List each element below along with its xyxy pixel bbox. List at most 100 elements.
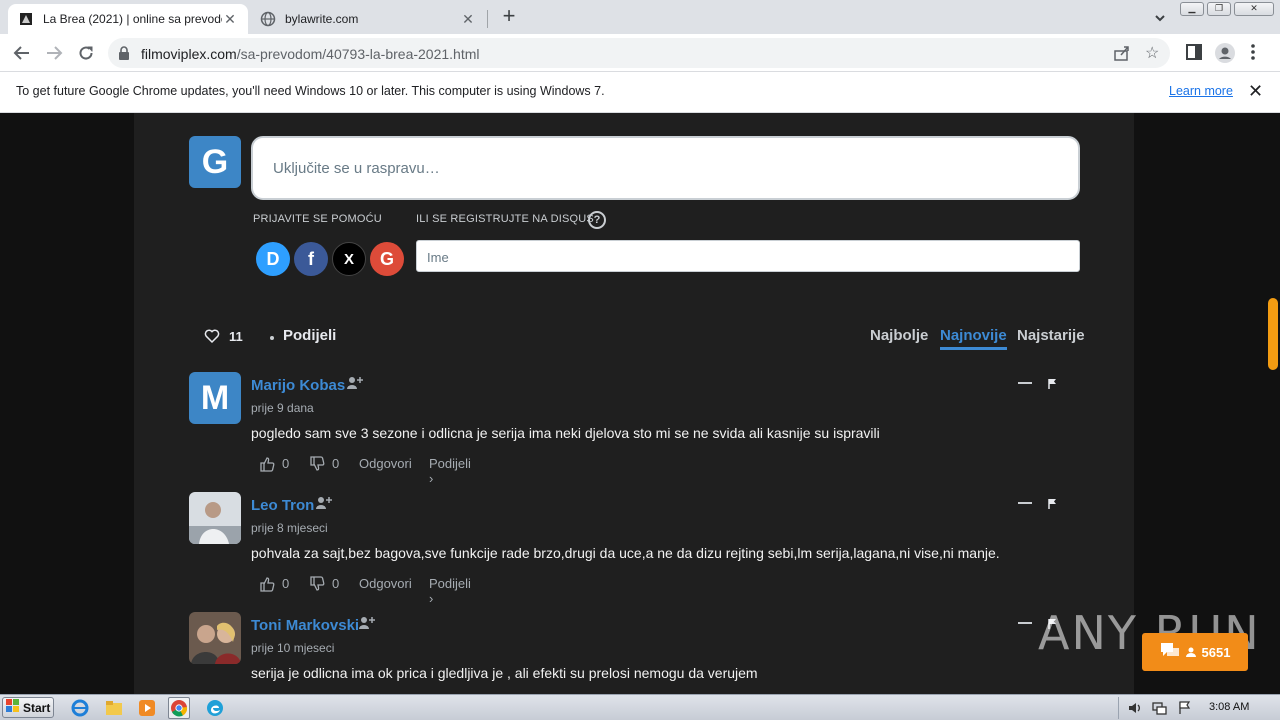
comment-text: serija je odlicna ima ok prica i gledlji… [251,665,758,681]
update-infobar: To get future Google Chrome updates, you… [0,72,1280,113]
thumbs-down-icon[interactable] [309,576,325,595]
thumbs-down-icon[interactable] [309,456,325,475]
speaker-icon[interactable] [1127,700,1143,720]
disqus-thread: G Uključite se u raspravu… PRIJAVITE SE … [134,113,1134,694]
lock-icon[interactable] [118,46,130,65]
follow-user-icon[interactable] [346,375,364,396]
tab-la-brea[interactable]: La Brea (2021) | online sa prevodom ✕ [8,4,248,34]
comment-item: Leo Tron prije 8 mjeseci pohvala za sajt… [134,492,1134,606]
badge-count: 5651 [1201,644,1231,660]
globe-icon [260,11,276,27]
help-question-icon[interactable]: ? [588,211,606,229]
windows-logo-icon [6,699,20,716]
collapse-icon[interactable] [1018,502,1032,504]
upvote-count: 0 [282,456,290,471]
comment-time[interactable]: prije 8 mjeseci [251,521,328,535]
media-player-icon[interactable] [136,697,158,719]
sort-oldest-tab[interactable]: Najstarije [1017,327,1085,344]
comment-author[interactable]: Toni Markovski [251,617,359,634]
tab-close-icon[interactable]: ✕ [222,11,238,27]
avatar[interactable] [189,492,241,544]
thumbs-up-icon[interactable] [259,456,275,475]
downvote-count: 0 [332,456,340,471]
flag-icon[interactable] [1048,497,1058,515]
share-comment-button[interactable]: Podijeli › [429,576,471,606]
reply-button[interactable]: Odgovori [359,456,412,471]
tab-title: bylawrite.com [285,12,359,26]
comment-time[interactable]: prije 10 mjeseci [251,641,334,655]
infobar-close-icon[interactable]: ✕ [1248,81,1263,102]
comment-author[interactable]: Marijo Kobas [251,377,345,394]
share-comment-button[interactable]: Podijeli › [429,456,471,486]
address-bar[interactable]: filmoviplex.com/sa-prevodom/40793-la-bre… [108,38,1170,68]
compose-placeholder: Uključite se u raspravu… [273,160,440,177]
follow-user-icon[interactable] [358,615,376,636]
edge-icon[interactable] [204,697,226,719]
name-field[interactable]: Ime [416,240,1080,272]
google-login-icon[interactable]: G [370,242,404,276]
login-with-label: PRIJAVITE SE POMOĆU [253,213,382,225]
collapse-icon[interactable] [1018,382,1032,384]
like-count: 11 [229,329,243,344]
tab-bylawrite[interactable]: bylawrite.com ✕ [250,4,486,34]
facebook-login-icon[interactable]: f [294,242,328,276]
chrome-icon[interactable] [168,697,190,719]
comment-time[interactable]: prije 9 dana [251,401,314,415]
register-disqus-label: ILI SE REGISTRUJTE NA DISQUS [416,213,594,225]
flag-icon[interactable] [1048,377,1058,395]
downvote-count: 0 [332,576,340,591]
guest-avatar: G [189,136,241,188]
tab-title: La Brea (2021) | online sa prevodom [43,12,222,26]
forward-arrow-icon[interactable] [43,42,65,64]
window-close-icon[interactable]: ✕ [1234,2,1274,16]
start-button[interactable]: Start [2,697,54,718]
avatar[interactable]: M [189,372,241,424]
follow-user-icon[interactable] [315,495,333,516]
minimize-icon[interactable]: ▁ [1180,2,1204,16]
start-label: Start [23,700,51,715]
back-arrow-icon[interactable] [11,42,33,64]
profile-avatar-icon[interactable] [1215,43,1235,68]
comment-item: Toni Markovski prije 10 mjeseci serija j… [134,612,1134,694]
x-login-icon[interactable]: X [332,242,366,276]
comment-item: M Marijo Kobas prije 9 dana pogledo sam … [134,372,1134,486]
browser-toolbar: filmoviplex.com/sa-prevodom/40793-la-bre… [0,34,1280,72]
page-scrollbar-thumb[interactable] [1268,298,1278,370]
thumbs-up-icon[interactable] [259,576,275,595]
reply-button[interactable]: Odgovori [359,576,412,591]
comment-text: pogledo sam sve 3 sezone i odlicna je se… [251,425,880,441]
disqus-login-icon[interactable]: D [256,242,290,276]
learn-more-link[interactable]: Learn more [1169,84,1233,98]
tab-close-icon[interactable]: ✕ [460,11,476,27]
restore-icon[interactable]: ❐ [1207,2,1231,16]
comment-author[interactable]: Leo Tron [251,497,314,514]
kebab-menu-icon[interactable] [1250,43,1256,66]
share-thread-button[interactable]: Podijeli [283,327,336,344]
action-center-flag-icon[interactable] [1177,700,1193,720]
avatar[interactable] [189,612,241,664]
file-explorer-icon[interactable] [103,697,125,719]
sort-best-tab[interactable]: Najbolje [870,327,928,344]
internet-explorer-icon[interactable] [69,697,91,719]
window-controls: ▁ ❐ ✕ [1180,2,1274,16]
chat-bubbles-icon [1160,642,1180,663]
comment-compose-box[interactable]: Uključite se u raspravu… [251,136,1080,200]
bookmark-star-icon[interactable]: ☆ [1145,43,1159,63]
side-panel-icon[interactable] [1185,43,1203,66]
share-dot-icon [270,336,274,340]
comments-count-badge[interactable]: 5651 [1142,633,1248,671]
site-favicon-icon [18,11,34,27]
share-icon[interactable] [1113,44,1131,67]
heart-icon[interactable] [204,328,220,349]
url-text: filmoviplex.com/sa-prevodom/40793-la-bre… [141,46,480,62]
network-icon[interactable] [1151,700,1167,720]
tab-search-chevron-icon[interactable] [1150,8,1170,28]
reload-icon[interactable] [75,42,97,64]
new-tab-plus-icon[interactable]: + [498,5,520,28]
tab-separator [487,10,488,28]
comment-text: pohvala za sajt,bez bagova,sve funkcije … [251,545,1000,561]
taskbar-clock[interactable]: 3:08 AM [1209,701,1249,713]
collapse-icon[interactable] [1018,622,1032,624]
sort-newest-tab[interactable]: Najnovije [940,327,1007,350]
upvote-count: 0 [282,576,290,591]
